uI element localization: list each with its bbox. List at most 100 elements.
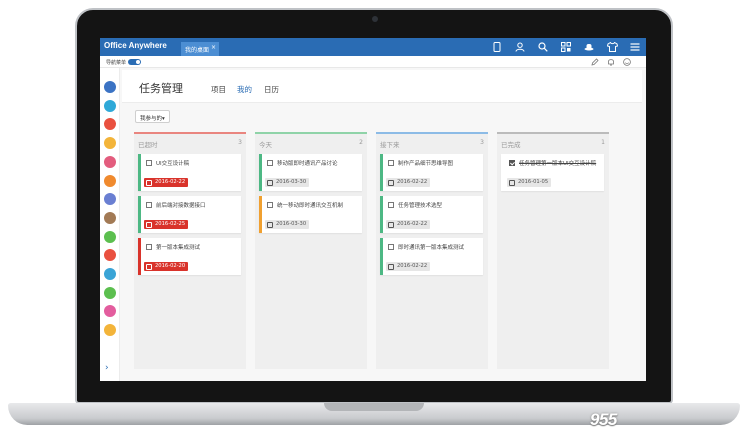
product-screenshot: Office Anywhere 我的桌面 × 导航菜单 › 任务管理 项目 我的… [0, 0, 748, 447]
sidebar-module-icon[interactable] [104, 324, 116, 337]
task-card[interactable]: 即时通讯第一版本集成测试 2016-02-22 [380, 238, 483, 275]
task-card[interactable]: UI交互设计稿 2016-02-22 [138, 154, 241, 191]
task-checkbox[interactable] [267, 160, 273, 166]
column-count: 2 [359, 139, 363, 146]
tab-mine[interactable]: 我的 [237, 84, 252, 95]
task-priority-strip [501, 154, 504, 191]
calendar-icon [267, 179, 273, 186]
sidebar-module-icon[interactable] [104, 155, 116, 168]
task-due-date: 2016-02-25 [144, 220, 189, 229]
grid-icon[interactable] [559, 40, 573, 54]
menu-icon[interactable] [628, 40, 642, 54]
task-date-text: 2016-02-22 [397, 221, 428, 227]
smiley-icon[interactable] [622, 57, 632, 67]
task-priority-strip [259, 196, 262, 233]
tab-projects[interactable]: 项目 [211, 84, 226, 95]
filter-dropdown[interactable]: 我参与的▾ [135, 110, 170, 123]
sidebar-module-icon[interactable] [104, 81, 116, 93]
column-count: 1 [601, 139, 605, 146]
tab-label: 我的桌面 [185, 47, 210, 54]
sidebar-module-icon[interactable] [104, 268, 116, 280]
task-checkbox[interactable] [146, 244, 152, 250]
edit-icon[interactable] [590, 57, 600, 67]
nav-menu-label: 导航菜单 [106, 60, 127, 66]
task-date-text: 2016-03-30 [276, 179, 307, 185]
top-bar: Office Anywhere 我的桌面 × [100, 38, 646, 56]
column-title: 今天 [259, 141, 272, 149]
column-title: 已超时 [138, 141, 158, 149]
task-title: 制作产品细节思维导图 [398, 161, 454, 167]
task-due-date: 2016-02-20 [144, 262, 189, 271]
calendar-icon [509, 179, 515, 186]
task-card[interactable]: 制作产品细节思维导图 2016-02-22 [380, 154, 483, 191]
sidebar-module-icon[interactable] [104, 211, 116, 224]
page-header: 任务管理 项目 我的 日历 [122, 70, 642, 103]
laptop-notch [324, 403, 424, 411]
task-date-text: 2016-02-22 [155, 179, 186, 185]
task-card[interactable]: 第一版本集成测试 2016-02-20 [138, 238, 241, 275]
hat-icon[interactable] [582, 40, 596, 54]
sidebar-module-icon[interactable] [104, 118, 116, 131]
task-due-date: 2016-03-30 [265, 220, 310, 229]
task-card[interactable]: 任务管理第一版本UI交互设计稿 2016-01-05 [501, 154, 604, 191]
page-title: 任务管理 [139, 82, 183, 95]
task-priority-strip [138, 196, 141, 233]
column-title: 接下来 [380, 141, 400, 149]
task-date-text: 2016-02-22 [397, 179, 428, 185]
calendar-icon [146, 179, 152, 186]
calendar-icon [146, 263, 152, 270]
task-priority-strip [380, 154, 383, 191]
task-title: 前后端对接数据接口 [156, 203, 206, 209]
task-card[interactable]: 统一移动即时通讯交互机制 2016-03-30 [259, 196, 362, 233]
sidebar-module-icon[interactable] [104, 286, 116, 299]
calendar-icon [267, 221, 273, 228]
task-priority-strip [138, 154, 141, 191]
top-toolbar [490, 40, 642, 54]
task-priority-strip [380, 196, 383, 233]
task-checkbox[interactable] [146, 202, 152, 208]
sidebar-module-icon[interactable] [104, 249, 116, 262]
sidebar-module-icon[interactable] [104, 305, 116, 318]
task-date-text: 2016-01-05 [518, 179, 549, 185]
sidebar-module-icon[interactable] [104, 193, 116, 206]
sidebar-module-icon[interactable] [104, 99, 116, 112]
task-title: 即时通讯第一版本集成测试 [398, 245, 465, 251]
task-card[interactable]: 任务管理技术选型 2016-02-22 [380, 196, 483, 233]
bell-icon[interactable] [606, 57, 616, 67]
task-title: 移动版即时通讯产品讨论 [277, 161, 338, 167]
mobile-icon[interactable] [490, 40, 504, 54]
task-checkbox[interactable] [267, 202, 273, 208]
column-count: 3 [480, 139, 484, 146]
task-checkbox[interactable] [388, 202, 394, 208]
task-checkbox[interactable] [388, 244, 394, 250]
task-title: 任务管理第一版本UI交互设计稿 [519, 161, 597, 167]
tab-calendar[interactable]: 日历 [264, 84, 279, 95]
tab-my-desktop[interactable]: 我的桌面 × [181, 42, 219, 56]
brand-logo: Office Anywhere [104, 41, 167, 50]
task-title: 第一版本集成测试 [156, 245, 201, 251]
calendar-icon [146, 221, 152, 228]
column-title: 已完成 [501, 141, 521, 149]
task-date-text: 2016-02-25 [155, 221, 186, 227]
task-checkbox[interactable] [388, 160, 394, 166]
chevron-right-icon[interactable]: › [105, 363, 109, 373]
task-checkbox[interactable] [509, 160, 515, 166]
search-icon[interactable] [536, 40, 550, 54]
camera-icon [372, 16, 378, 22]
task-card[interactable]: 前后端对接数据接口 2016-02-25 [138, 196, 241, 233]
user-icon[interactable] [513, 40, 527, 54]
column-count: 3 [238, 139, 242, 146]
task-checkbox[interactable] [146, 160, 152, 166]
app-sidebar: › [100, 68, 120, 381]
sidebar-module-icon[interactable] [104, 174, 116, 187]
tab-close-icon[interactable]: × [211, 44, 216, 51]
sidebar-module-icon[interactable] [104, 230, 116, 243]
calendar-icon [388, 179, 394, 186]
task-date-text: 2016-02-20 [155, 263, 186, 269]
shirt-icon[interactable] [605, 40, 619, 54]
sidebar-module-icon[interactable] [104, 137, 116, 150]
app-screen: Office Anywhere 我的桌面 × 导航菜单 › 任务管理 项目 我的… [100, 38, 646, 381]
task-card[interactable]: 移动版即时通讯产品讨论 2016-03-30 [259, 154, 362, 191]
nav-menu-toggle[interactable] [128, 59, 141, 65]
task-priority-strip [138, 238, 141, 275]
